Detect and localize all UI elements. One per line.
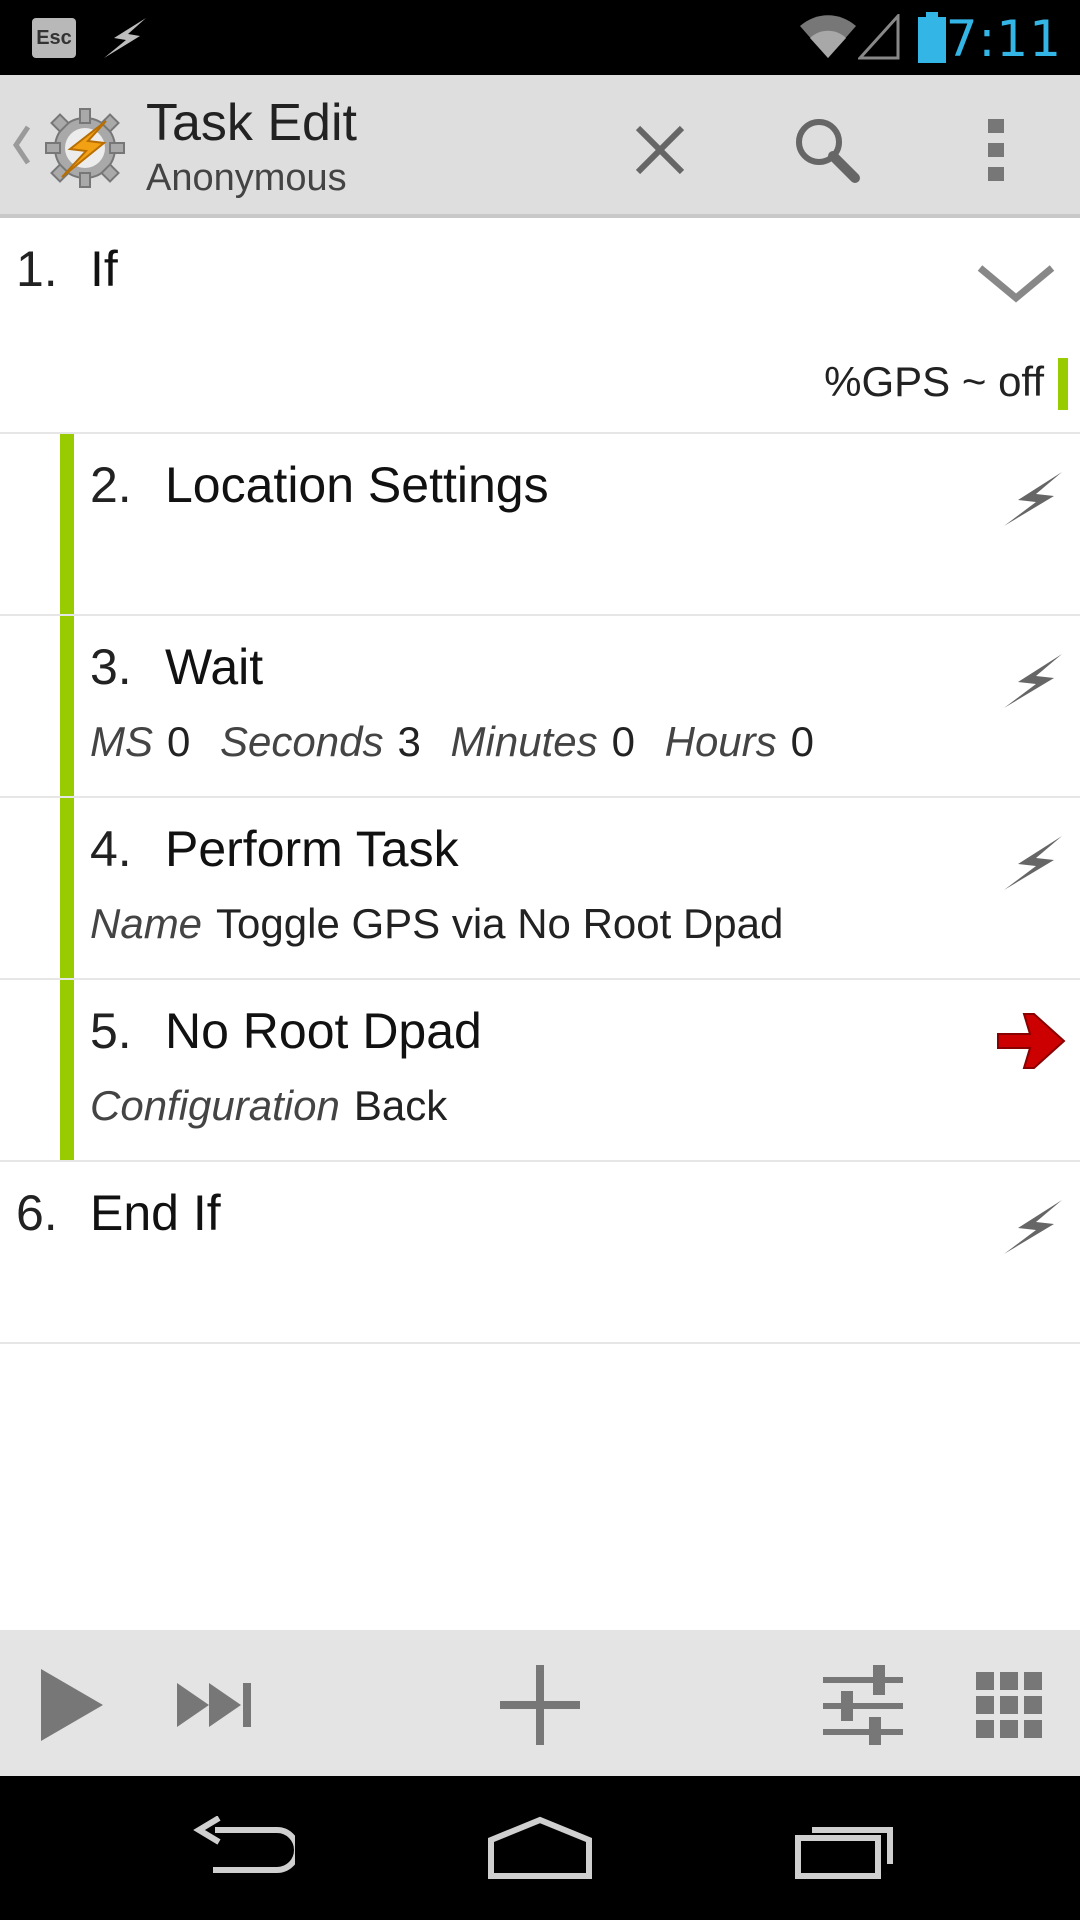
condition-text: %GPS ~ off (824, 358, 1044, 405)
arg-value: Toggle GPS via No Root Dpad (216, 900, 784, 947)
plus-icon (500, 1665, 580, 1745)
properties-button[interactable] (808, 1650, 918, 1760)
home-button[interactable] (470, 1796, 610, 1900)
search-icon (796, 119, 860, 183)
arg-value: 0 (611, 718, 635, 765)
chevron-down-icon[interactable] (974, 254, 1058, 314)
action-name: No Root Dpad (165, 1003, 482, 1059)
arg-value: 0 (167, 718, 191, 765)
list-item[interactable]: 4. Perform Task Name Toggle GPS via No Ro… (0, 798, 1080, 980)
action-number: 5. (90, 1003, 132, 1059)
search-button[interactable] (782, 105, 872, 195)
arg-label: Name (90, 900, 203, 947)
signal-icon (858, 14, 900, 60)
block-indicator (60, 434, 74, 614)
bolt-icon[interactable] (998, 464, 1068, 534)
action-args: MS 0 Seconds 3 Minutes 0 Hours 0 (90, 718, 832, 766)
action-name: End If (90, 1185, 221, 1241)
grid-icon (976, 1672, 1042, 1738)
screen: Esc 7:11 Task Edit Anonymous 1. If %GPS … (0, 0, 1080, 1920)
esc-key-icon: Esc (32, 18, 76, 58)
list-item[interactable]: 1. If %GPS ~ off (0, 218, 1080, 434)
overflow-menu-icon (988, 119, 1004, 181)
action-name: Perform Task (165, 821, 459, 877)
list-item[interactable]: 6. End If (0, 1162, 1080, 1344)
page-subtitle: Anonymous (146, 157, 347, 199)
battery-icon (918, 12, 946, 63)
action-name: Location Settings (165, 457, 549, 513)
arg-label: MS (90, 718, 153, 765)
status-bar: Esc 7:11 (0, 0, 1080, 75)
arg-value: Back (353, 1082, 448, 1129)
action-name: Wait (165, 639, 264, 695)
tasker-app-icon[interactable] (40, 103, 130, 193)
action-number: 3. (90, 639, 132, 695)
back-icon (193, 1816, 295, 1873)
action-number: 4. (90, 821, 132, 877)
action-number: 1. (16, 241, 58, 297)
arg-label: Configuration (90, 1082, 340, 1129)
arrow-right-icon[interactable] (994, 1004, 1068, 1078)
status-time: 7:11 (945, 10, 1062, 68)
up-caret-icon[interactable] (10, 123, 34, 167)
back-button[interactable] (170, 1796, 310, 1900)
sliders-icon (823, 1665, 903, 1745)
page-title: Task Edit (146, 94, 357, 152)
list-item[interactable]: 3. Wait MS 0 Seconds 3 Minutes 0 Hours 0 (0, 616, 1080, 798)
list-item[interactable]: 2. Location Settings (0, 434, 1080, 616)
block-indicator (60, 798, 74, 978)
home-icon (488, 1816, 592, 1879)
step-button[interactable] (160, 1650, 270, 1760)
bolt-icon[interactable] (998, 828, 1068, 898)
list-item[interactable]: 5. No Root Dpad Configuration Back (0, 980, 1080, 1162)
arg-value: 3 (397, 718, 421, 765)
play-icon (41, 1669, 103, 1741)
skip-forward-icon (177, 1683, 251, 1727)
bolt-icon[interactable] (998, 646, 1068, 716)
action-number: 6. (16, 1185, 58, 1241)
task-action-list: 1. If %GPS ~ off 2. Location Settings 3.… (0, 218, 1080, 1344)
arg-label: Hours (664, 718, 777, 765)
recent-apps-button[interactable] (775, 1796, 915, 1900)
action-args: Name Toggle GPS via No Root Dpad (90, 900, 801, 948)
bolt-icon[interactable] (998, 1192, 1068, 1262)
action-name: If (90, 241, 118, 297)
navigation-bar (0, 1776, 1080, 1920)
add-action-button[interactable] (485, 1650, 595, 1760)
arg-label: Seconds (220, 718, 384, 765)
action-number: 2. (90, 457, 132, 513)
wifi-icon (800, 15, 856, 58)
condition-indicator (1058, 358, 1068, 410)
block-indicator (60, 616, 74, 796)
play-button[interactable] (14, 1650, 124, 1760)
tasker-bolt-icon (104, 18, 146, 58)
action-args: Configuration Back (90, 1082, 465, 1130)
overflow-menu-button[interactable] (951, 105, 1041, 195)
action-bar: Task Edit Anonymous (0, 75, 1080, 218)
close-button[interactable] (615, 105, 705, 195)
grid-view-button[interactable] (954, 1650, 1064, 1760)
arg-label: Minutes (450, 718, 598, 765)
bottom-toolbar (0, 1630, 1080, 1776)
block-indicator (60, 980, 74, 1160)
close-icon (635, 125, 685, 175)
recent-apps-icon (795, 1827, 893, 1879)
arg-value: 0 (790, 718, 815, 765)
